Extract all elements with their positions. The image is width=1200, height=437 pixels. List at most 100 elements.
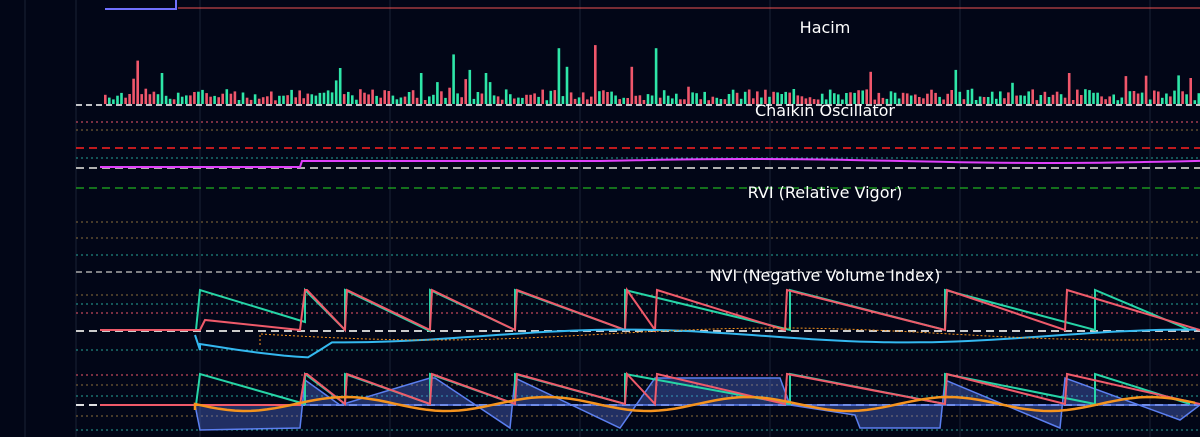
volume-bar bbox=[978, 96, 982, 104]
volume-bar bbox=[472, 98, 476, 104]
volume-bar bbox=[638, 95, 642, 104]
volume-bar bbox=[901, 92, 905, 104]
volume-bar bbox=[687, 86, 690, 104]
volume-bar bbox=[379, 97, 382, 104]
chaikin-panel-title: Chaikin Oscillator bbox=[755, 101, 895, 120]
volume-bar bbox=[658, 97, 662, 104]
chaikin-line bbox=[100, 158, 1200, 168]
volume-bar bbox=[201, 89, 204, 104]
volume-bar bbox=[1136, 93, 1140, 104]
volume-bar bbox=[1047, 97, 1051, 104]
volume-bar bbox=[918, 97, 921, 104]
volume-bar bbox=[1051, 94, 1055, 104]
volume-bar bbox=[104, 94, 107, 104]
volume-bar bbox=[1108, 96, 1111, 104]
volume-bar bbox=[747, 89, 751, 104]
volume-bar bbox=[391, 95, 395, 104]
volume-bar bbox=[124, 97, 127, 104]
grid-layer bbox=[24, 0, 1200, 437]
volume-bar bbox=[411, 90, 415, 104]
volume-bar bbox=[168, 98, 172, 104]
volume-bar bbox=[1112, 94, 1115, 104]
volume-bar bbox=[630, 66, 634, 104]
volume-bar bbox=[982, 97, 986, 104]
volume-bar bbox=[282, 95, 285, 104]
volume-bar bbox=[610, 91, 613, 104]
volume-bar bbox=[646, 94, 650, 104]
volume-bar bbox=[533, 93, 536, 104]
volume-bar bbox=[598, 91, 601, 104]
volume-bar bbox=[197, 91, 200, 104]
volume-bar bbox=[999, 91, 1002, 104]
volume-bar bbox=[367, 94, 370, 104]
volume-bar bbox=[334, 80, 338, 104]
volume-bar bbox=[642, 100, 646, 104]
volume-bar bbox=[286, 95, 289, 104]
volume-bar bbox=[363, 92, 366, 104]
volume-bar bbox=[330, 92, 334, 104]
volume-bar bbox=[666, 95, 670, 104]
volume-bar bbox=[926, 93, 929, 104]
volume-bar bbox=[484, 73, 488, 104]
volume-bar bbox=[298, 90, 301, 104]
volume-bar bbox=[1027, 91, 1030, 104]
volume-bar bbox=[1100, 96, 1103, 104]
volume-bar bbox=[1153, 90, 1156, 104]
volume-bar bbox=[715, 97, 719, 104]
volume-bar bbox=[1015, 95, 1018, 104]
volume-bar bbox=[1055, 91, 1059, 104]
volume-bar bbox=[140, 94, 143, 104]
volume-bar bbox=[1189, 78, 1192, 104]
volume-bar bbox=[942, 99, 945, 104]
volume-bar bbox=[1031, 89, 1034, 104]
volume-bar bbox=[614, 95, 617, 104]
volume-bar bbox=[995, 98, 998, 104]
volume-bar bbox=[618, 99, 621, 104]
volume-bar bbox=[970, 88, 974, 104]
volume-bar bbox=[586, 99, 589, 104]
volume-bar bbox=[938, 96, 941, 104]
volume-bar bbox=[869, 71, 872, 104]
volume-bar bbox=[359, 89, 362, 104]
volume-bar bbox=[922, 98, 925, 104]
volume-bar bbox=[1080, 95, 1083, 104]
volume-bar bbox=[946, 93, 949, 104]
volume-bar bbox=[221, 93, 224, 104]
volume-bar bbox=[1132, 91, 1136, 104]
volume-bar bbox=[934, 92, 937, 104]
volume-bar bbox=[727, 94, 731, 104]
volume-bar bbox=[1120, 97, 1124, 104]
volume-bar bbox=[569, 92, 573, 104]
volume-bar bbox=[602, 90, 605, 104]
volume-bar bbox=[217, 97, 220, 104]
volume-bar bbox=[172, 99, 176, 104]
volume-bar bbox=[347, 91, 350, 104]
volume-bar bbox=[468, 69, 472, 104]
volume-bar bbox=[257, 98, 261, 104]
volume-bar bbox=[671, 98, 674, 104]
volume-bar bbox=[504, 89, 508, 104]
volume-bar bbox=[1173, 90, 1176, 104]
volume-bar bbox=[1059, 94, 1063, 104]
volume-bar bbox=[205, 93, 208, 104]
volume-bar bbox=[500, 99, 504, 104]
volume-bar bbox=[1011, 82, 1014, 104]
volume-bar bbox=[383, 90, 386, 104]
volume-bar bbox=[974, 100, 978, 104]
volume-bar bbox=[294, 97, 297, 104]
volume-bar bbox=[432, 94, 435, 104]
volume-bar bbox=[930, 89, 933, 104]
volume-bar bbox=[428, 96, 431, 104]
volume-bar bbox=[590, 96, 593, 104]
volume-bar bbox=[606, 92, 609, 104]
indicator-lines bbox=[100, 158, 1200, 431]
volume-bar bbox=[176, 92, 180, 104]
volume-bar bbox=[1165, 93, 1168, 104]
volume-bar bbox=[1092, 92, 1095, 104]
volume-bar bbox=[581, 92, 585, 104]
volume-bar bbox=[1157, 91, 1160, 104]
volume-bar bbox=[1128, 91, 1132, 104]
volume-bar bbox=[351, 95, 354, 104]
volume-bar bbox=[958, 91, 962, 104]
volume-bar bbox=[1084, 89, 1087, 104]
